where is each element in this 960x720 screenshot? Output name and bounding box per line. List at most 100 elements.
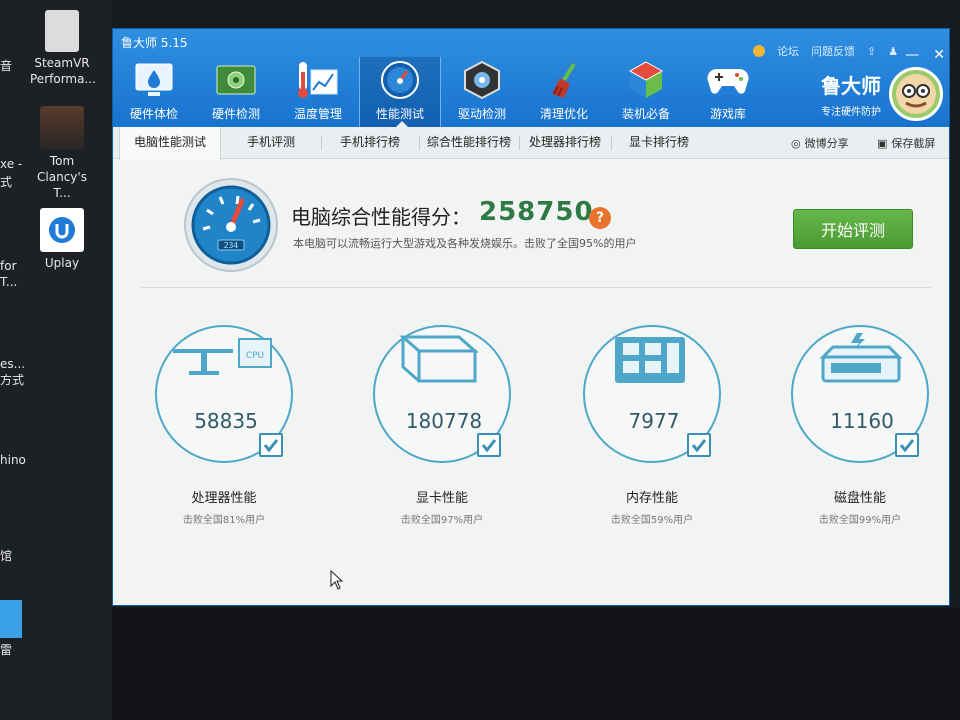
tool-games[interactable]: 游戏库 bbox=[687, 57, 769, 127]
gamepad-icon bbox=[707, 59, 749, 101]
minimize-icon[interactable]: — bbox=[905, 47, 919, 63]
metric-value: 7977 bbox=[628, 409, 680, 433]
metric-beat-text: 击败全国97%用户 bbox=[400, 515, 484, 526]
start-test-button[interactable]: 开始评测 bbox=[793, 209, 913, 249]
broom-icon bbox=[543, 59, 585, 101]
top-bar: 鲁大师 5.15 论坛 问题反馈 ⇪ ♟ — ✕ 硬件体检 硬件检测 温度管理 … bbox=[113, 29, 949, 127]
metric-value: 180778 bbox=[405, 409, 483, 433]
metric-beat-text: 击败全国81%用户 bbox=[182, 515, 266, 526]
gauge-readout: 234 bbox=[224, 241, 239, 250]
metric-name: 磁盘性能 bbox=[833, 491, 886, 506]
tool-label: 游戏库 bbox=[709, 107, 746, 121]
edge-label: 式 bbox=[0, 175, 13, 189]
save-screenshot[interactable]: ▣ 保存截屏 bbox=[877, 135, 935, 151]
checked-icon bbox=[259, 433, 283, 457]
tab-overall-ranking[interactable]: 综合性能排行榜 bbox=[419, 127, 519, 159]
weibo-icon: ◎ bbox=[791, 136, 801, 150]
feedback-link[interactable]: 问题反馈 bbox=[811, 43, 855, 59]
score-description: 本电脑可以流畅运行大型游戏及各种发烧娱乐。击败了全国95%的用户 bbox=[293, 237, 637, 250]
tool-label: 清理优化 bbox=[539, 107, 588, 121]
brand-slogan: 专注硬件防护 bbox=[821, 107, 881, 118]
tab-cpu-ranking[interactable]: 处理器排行榜 bbox=[519, 127, 611, 159]
app-icon[interactable] bbox=[0, 600, 22, 638]
performance-gauge-icon bbox=[379, 59, 421, 101]
mascot-avatar[interactable] bbox=[889, 67, 943, 121]
tool-temperature[interactable]: 温度管理 bbox=[277, 57, 359, 127]
hardware-detect-icon bbox=[215, 59, 257, 101]
tool-cleanup[interactable]: 清理优化 bbox=[523, 57, 605, 127]
tool-hardware-check[interactable]: 硬件体检 bbox=[113, 57, 195, 127]
tool-performance[interactable]: 性能测试 bbox=[359, 57, 441, 127]
upload-icon[interactable]: ⇪ bbox=[867, 45, 876, 58]
tool-driver[interactable]: 驱动检测 bbox=[441, 57, 523, 127]
edge-label: xe - bbox=[0, 157, 23, 171]
tool-label: 硬件检测 bbox=[211, 107, 260, 121]
checked-icon bbox=[687, 433, 711, 457]
checked-icon bbox=[895, 433, 919, 457]
coin-icon[interactable] bbox=[753, 45, 765, 57]
metric-beat-text: 击败全国59%用户 bbox=[610, 515, 694, 526]
sub-tabs: 电脑性能测试 手机评测 手机排行榜 综合性能排行榜 处理器排行榜 显卡排行榜 ◎… bbox=[113, 127, 949, 160]
metric-value: 11160 bbox=[830, 409, 894, 433]
skin-icon[interactable]: ♟ bbox=[888, 45, 898, 58]
screenshot-label: 保存截屏 bbox=[891, 137, 936, 150]
window-controls: — ✕ bbox=[905, 47, 945, 63]
main-toolbar: 硬件体检 硬件检测 温度管理 性能测试 驱动检测 清理优化 装机必备 游戏库 bbox=[113, 57, 769, 127]
metric-name: 显卡性能 bbox=[415, 491, 468, 506]
forum-link[interactable]: 论坛 bbox=[777, 43, 799, 59]
desktop-icon-label: Tom Clancy's T... bbox=[37, 154, 87, 200]
desktop-background bbox=[112, 608, 960, 720]
mouse-cursor-icon bbox=[330, 570, 344, 590]
tool-label: 性能测试 bbox=[375, 107, 424, 121]
edge-label: es... bbox=[0, 357, 26, 371]
uplay-icon bbox=[40, 208, 84, 252]
edge-label: for bbox=[0, 259, 17, 273]
checked-icon bbox=[477, 433, 501, 457]
edge-label: 音 bbox=[0, 59, 13, 73]
camera-icon: ▣ bbox=[877, 136, 888, 150]
metric-name: 处理器性能 bbox=[191, 491, 257, 506]
performance-gauge: 234 bbox=[183, 177, 279, 273]
window-links: 论坛 问题反馈 ⇪ ♟ bbox=[753, 43, 898, 59]
desktop-icon-steamvr[interactable]: SteamVR Performa... bbox=[30, 10, 96, 87]
tab-gpu-ranking[interactable]: 显卡排行榜 bbox=[611, 127, 707, 159]
score-label: 电脑综合性能得分： bbox=[291, 205, 471, 229]
edge-label: 方式 bbox=[0, 373, 25, 387]
disk-drive-icon bbox=[819, 333, 903, 383]
tool-label: 温度管理 bbox=[293, 107, 342, 121]
weibo-share[interactable]: ◎ 微博分享 bbox=[791, 135, 849, 151]
share-label: 微博分享 bbox=[804, 137, 849, 150]
tab-pc-performance[interactable]: 电脑性能测试 bbox=[119, 127, 221, 160]
game-icon bbox=[40, 106, 84, 150]
edge-label: 雷 bbox=[0, 643, 13, 657]
edge-label: T... bbox=[0, 275, 18, 289]
window-title: 鲁大师 5.15 bbox=[121, 36, 188, 50]
tool-label: 装机必备 bbox=[621, 107, 670, 121]
metric-disk: 11160 磁盘性能 击败全国99%用户 bbox=[779, 325, 939, 555]
driver-icon bbox=[461, 59, 503, 101]
tab-phone-ranking[interactable]: 手机排行榜 bbox=[321, 127, 419, 159]
help-icon[interactable]: ? bbox=[589, 207, 611, 229]
score-value: 258750 bbox=[479, 197, 594, 227]
brand-area: 鲁大师 专注硬件防护 bbox=[821, 67, 943, 121]
desktop-icon-uplay[interactable]: Uplay bbox=[30, 208, 94, 271]
desktop-icon-label: Uplay bbox=[44, 256, 80, 270]
app-window: 鲁大师 5.15 论坛 问题反馈 ⇪ ♟ — ✕ 硬件体检 硬件检测 温度管理 … bbox=[112, 28, 950, 606]
edge-label: 馆 bbox=[0, 549, 13, 563]
tool-hardware-detect[interactable]: 硬件检测 bbox=[195, 57, 277, 127]
tool-label: 硬件体检 bbox=[129, 107, 178, 121]
tool-label: 驱动检测 bbox=[457, 107, 506, 121]
close-icon[interactable]: ✕ bbox=[933, 47, 945, 63]
desktop-icon-tom-clancy[interactable]: Tom Clancy's T... bbox=[30, 106, 94, 201]
metric-name: 内存性能 bbox=[625, 491, 678, 506]
cube-icon bbox=[625, 59, 667, 101]
metric-memory: 7977 内存性能 击败全国59%用户 bbox=[571, 325, 731, 555]
hardware-check-icon bbox=[133, 59, 175, 101]
divider bbox=[141, 287, 931, 288]
brand-name: 鲁大师 bbox=[821, 74, 881, 98]
tool-essentials[interactable]: 装机必备 bbox=[605, 57, 687, 127]
tab-phone-review[interactable]: 手机评测 bbox=[221, 127, 321, 159]
metric-value: 58835 bbox=[194, 409, 258, 433]
desktop-icon-label: SteamVR Performa... bbox=[30, 56, 96, 86]
file-icon bbox=[45, 10, 79, 52]
